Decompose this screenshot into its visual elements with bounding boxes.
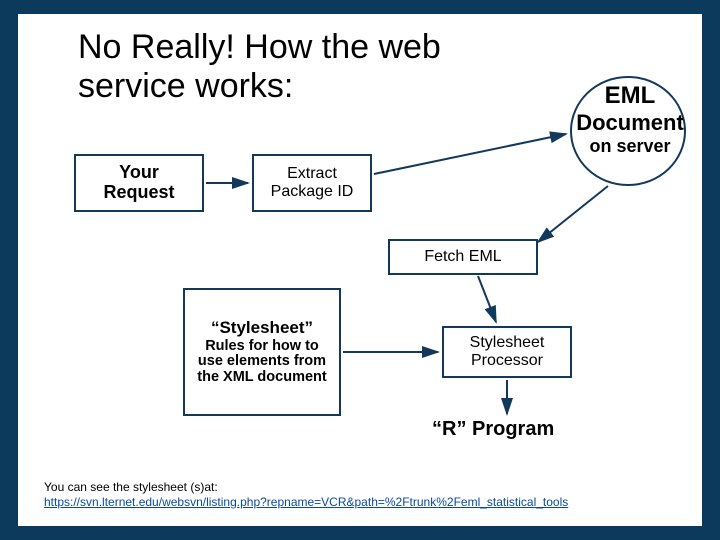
slide: No Really! How the web service works: EM… (18, 14, 702, 526)
stylesheet-heading: “Stylesheet” (211, 319, 313, 337)
footnote-link[interactable]: https://svn.lternet.edu/websvn/listing.p… (44, 495, 568, 509)
eml-document-label: EML Document on server (555, 82, 705, 157)
your-request-box: Your Request (74, 154, 204, 212)
footnote: You can see the stylesheet (s)at: https:… (44, 480, 684, 510)
stylesheet-box: “Stylesheet” Rules for how to use elemen… (183, 288, 341, 416)
eml-line2: Document (555, 110, 705, 136)
stylesheet-body: Rules for how to use elements from the X… (191, 339, 333, 385)
slide-title: No Really! How the web service works: (78, 28, 538, 106)
footnote-intro: You can see the stylesheet (s)at: (44, 480, 218, 494)
fetch-eml-label: Fetch EML (424, 248, 501, 266)
extract-l1: Extract (287, 165, 337, 183)
your-request-l2: Request (103, 183, 174, 203)
extract-l2: Package ID (271, 183, 354, 201)
r-program-label: “R” Program (432, 418, 554, 441)
eml-line3: on server (555, 136, 705, 157)
extract-package-id-box: Extract Package ID (252, 154, 372, 212)
styleproc-l2: Processor (471, 352, 543, 370)
styleproc-l1: Stylesheet (470, 334, 545, 352)
eml-line1: EML (555, 82, 705, 110)
fetch-eml-box: Fetch EML (388, 239, 538, 275)
your-request-l1: Your (119, 163, 159, 183)
stylesheet-processor-box: Stylesheet Processor (442, 326, 572, 378)
